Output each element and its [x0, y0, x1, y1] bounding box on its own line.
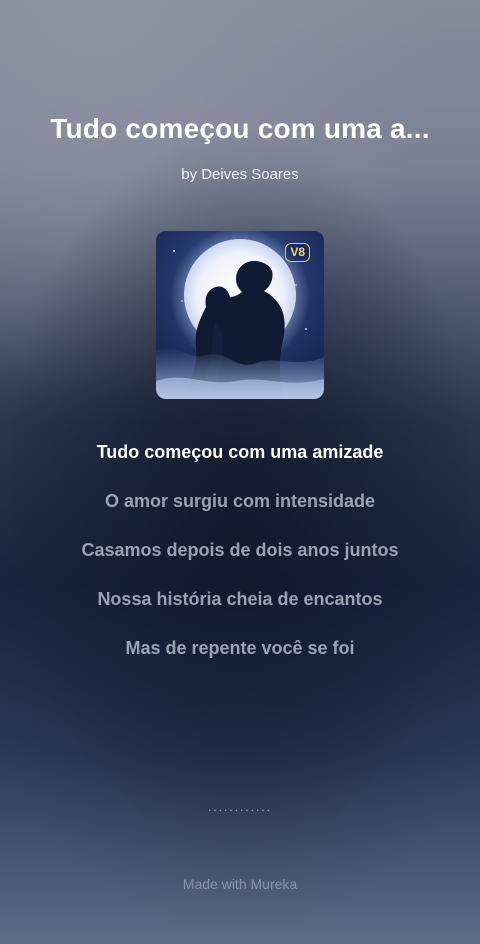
lyric-line-current[interactable]: Tudo começou com uma amizade	[0, 437, 480, 486]
song-artist[interactable]: by Deives Soares	[0, 166, 480, 183]
progress-dots: ............	[207, 800, 272, 814]
version-badge: V8	[285, 243, 310, 262]
lyric-line[interactable]: Mas de repente você se foi	[0, 633, 480, 682]
lyric-line[interactable]: Nossa história cheia de encantos	[0, 584, 480, 633]
lyric-line[interactable]: Casamos depois de dois anos juntos	[0, 535, 480, 584]
album-cover[interactable]: V8	[156, 231, 324, 399]
lyrics-list: Tudo começou com uma amizade O amor surg…	[0, 437, 480, 682]
made-with-footer[interactable]: Made with Mureka	[0, 876, 480, 892]
lyric-line[interactable]: O amor surgiu com intensidade	[0, 486, 480, 535]
song-title: Tudo começou com uma a...	[50, 113, 430, 144]
